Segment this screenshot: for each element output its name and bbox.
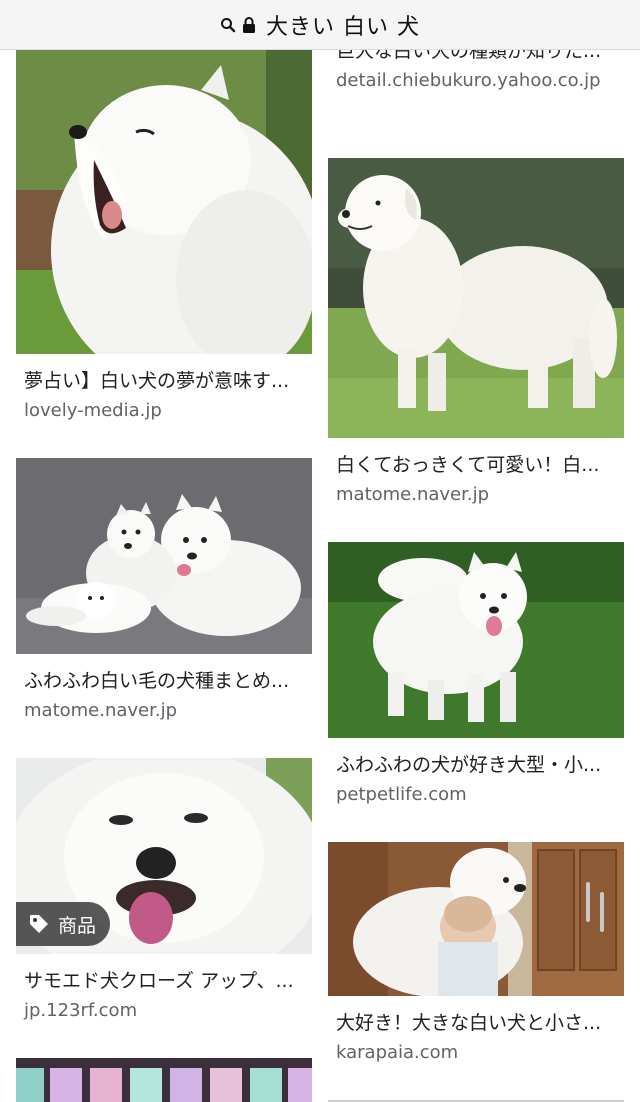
samoyed-family-image[interactable] (16, 458, 312, 654)
shopping-badge: 商品 (16, 902, 111, 946)
result-domain: lovely-media.jp (24, 400, 162, 421)
result-card[interactable]: 白くておっきくて可愛い！白... matome.naver.jp (328, 158, 624, 506)
result-domain: detail.chiebukuro.yahoo.co.jp (336, 70, 601, 91)
result-domain: karapaia.com (336, 1042, 459, 1063)
yawning-samoyed-image[interactable] (16, 50, 312, 354)
search-icon (220, 17, 236, 33)
result-title[interactable]: ふわふわ白い毛の犬種まとめ... (16, 669, 312, 693)
result-domain: petpetlife.com (336, 784, 467, 805)
samoyed-standing-image[interactable] (328, 542, 624, 738)
badge-label: 商品 (58, 914, 97, 937)
tag-icon (28, 913, 50, 935)
result-card[interactable] (16, 1058, 312, 1102)
result-card[interactable]: 商品 サモエド犬クローズ アップ、... jp.123rf.com (16, 758, 312, 1022)
result-title[interactable]: 大好き！大きな白い犬と小さ... (328, 1011, 624, 1035)
result-title[interactable]: ふわふわの犬が好き大型・小... (328, 753, 624, 777)
result-title[interactable]: サモエド犬クローズ アップ、... (16, 969, 312, 993)
result-card[interactable]: 夢占い】白い犬の夢が意味す... lovely-media.jp (16, 50, 312, 422)
dog-and-child-image[interactable] (328, 842, 624, 996)
result-domain: matome.naver.jp (336, 484, 490, 505)
lock-icon (242, 16, 256, 34)
great-pyrenees-image[interactable] (328, 158, 624, 438)
result-image-partial[interactable] (16, 1058, 312, 1102)
result-title[interactable]: 白くておっきくて可愛い！白... (328, 453, 624, 477)
search-query-text: 大きい 白い 犬 (266, 14, 420, 40)
result-card[interactable]: ふわふわの犬が好き大型・小... petpetlife.com (328, 542, 624, 806)
result-title[interactable]: 夢占い】白い犬の夢が意味す... (16, 369, 312, 393)
result-domain: matome.naver.jp (24, 700, 178, 721)
result-card[interactable]: 大好き！大きな白い犬と小さ... karapaia.com (328, 842, 624, 1064)
samoyed-closeup-image[interactable]: 商品 (16, 758, 312, 954)
result-card[interactable]: ふわふわ白い毛の犬種まとめ... matome.naver.jp (16, 458, 312, 722)
address-bar[interactable]: 大きい 白い 犬 (0, 0, 640, 50)
result-domain: jp.123rf.com (24, 1000, 138, 1021)
